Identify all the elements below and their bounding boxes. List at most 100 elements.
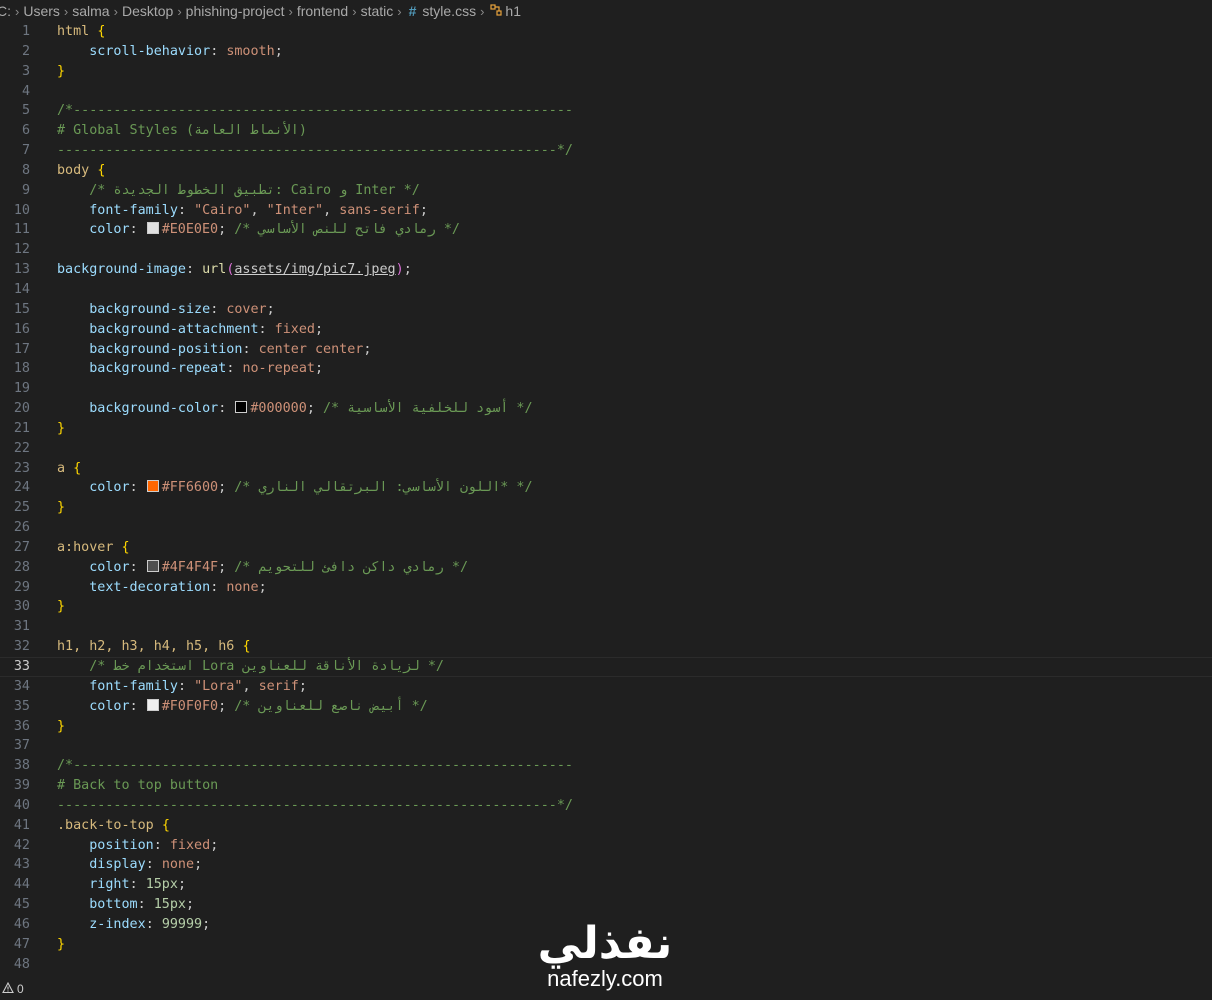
code-line[interactable]: 33 /* استخدام خط Lora لزيادة الأناقة للع…	[0, 657, 1212, 677]
code-text[interactable]: display: none;	[57, 855, 202, 875]
code-line[interactable]: 30}	[0, 597, 1212, 617]
code-text[interactable]: z-index: 99999;	[57, 915, 210, 935]
code-line[interactable]: 23 a {	[0, 459, 1212, 479]
code-line[interactable]: 35 color: #F0F0F0; /* أبيض ناصع للعناوين…	[0, 697, 1212, 717]
code-line[interactable]: 42 position: fixed;	[0, 836, 1212, 856]
code-text[interactable]: body {	[57, 161, 105, 181]
code-line[interactable]: 47}	[0, 935, 1212, 955]
code-text[interactable]: /* استخدام خط Lora لزيادة الأناقة للعناو…	[57, 657, 444, 677]
code-text[interactable]: background-attachment: fixed;	[57, 320, 323, 340]
code-text[interactable]: /*--------------------------------------…	[57, 101, 573, 121]
code-line[interactable]: 14	[0, 280, 1212, 300]
code-line[interactable]: 15 background-size: cover;	[0, 300, 1212, 320]
code-line[interactable]: 1 html {	[0, 22, 1212, 42]
code-text[interactable]: # Global Styles (الأنماط العامة)	[57, 121, 307, 141]
code-line[interactable]: 27 a:hover {	[0, 538, 1212, 558]
code-line[interactable]: 34 font-family: "Lora", serif;	[0, 677, 1212, 697]
code-line[interactable]: 37	[0, 736, 1212, 756]
code-line[interactable]: 46 z-index: 99999;	[0, 915, 1212, 935]
code-text[interactable]: }	[57, 62, 65, 82]
code-line[interactable]: 38 /*------------------------------------…	[0, 756, 1212, 776]
code-text[interactable]: background-size: cover;	[57, 300, 274, 320]
breadcrumb-item[interactable]: C:	[0, 3, 12, 19]
code-line[interactable]: 26	[0, 518, 1212, 538]
code-text[interactable]: }	[57, 597, 65, 617]
code-line[interactable]: 28 color: #4F4F4F; /* رمادي داكن دافئ لل…	[0, 558, 1212, 578]
code-text[interactable]: # Back to top button	[57, 776, 218, 796]
code-line[interactable]: 18 background-repeat: no-repeat;	[0, 359, 1212, 379]
code-line[interactable]: 8 body {	[0, 161, 1212, 181]
breadcrumb-item[interactable]: phishing-project	[185, 3, 286, 19]
breadcrumb-item[interactable]: static	[360, 3, 395, 19]
code-line[interactable]: 45 bottom: 15px;	[0, 895, 1212, 915]
code-text[interactable]: a:hover {	[57, 538, 130, 558]
warning-count[interactable]: 0	[17, 982, 24, 996]
code-text[interactable]: .back-to-top {	[57, 816, 170, 836]
code-text[interactable]: color: #FF6600; /* اللون الأساسي: البرتق…	[57, 478, 533, 498]
code-text[interactable]: background-image: url(assets/img/pic7.jp…	[57, 260, 412, 280]
code-line[interactable]: 6 # Global Styles (الأنماط العامة)	[0, 121, 1212, 141]
line-number: 13	[13, 262, 30, 278]
code-text[interactable]: h1, h2, h3, h4, h5, h6 {	[57, 637, 251, 657]
code-editor[interactable]: 1 html {2 scroll-behavior: smooth; 3} 4 5/*-…	[0, 22, 1212, 978]
code-text[interactable]: background-color: #000000; /* أسود للخلف…	[57, 399, 533, 419]
code-line[interactable]: 25}	[0, 498, 1212, 518]
code-text[interactable]: right: 15px;	[57, 875, 186, 895]
code-text[interactable]: background-repeat: no-repeat;	[57, 359, 323, 379]
code-text[interactable]: color: #4F4F4F; /* رمادي داكن دافئ للتحو…	[57, 558, 468, 578]
code-text[interactable]: }	[57, 717, 65, 737]
code-text[interactable]: }	[57, 498, 65, 518]
code-line[interactable]: 31	[0, 617, 1212, 637]
code-line[interactable]: 3}	[0, 62, 1212, 82]
code-line[interactable]: 7 ---------------------------------------…	[0, 141, 1212, 161]
code-text[interactable]: a {	[57, 459, 81, 479]
code-text[interactable]: text-decoration: none;	[57, 578, 266, 598]
code-line[interactable]: 19	[0, 379, 1212, 399]
code-line[interactable]: 11 color: #E0E0E0; /* رمادي فاتح للنص ال…	[0, 220, 1212, 240]
code-line[interactable]: 21}	[0, 419, 1212, 439]
code-line[interactable]: 9 /* تطبيق الخطوط الجديدة: Cairo و Inter…	[0, 181, 1212, 201]
breadcrumb-symbol[interactable]: h1	[504, 3, 522, 19]
code-line[interactable]: 24 color: #FF6600; /* اللون الأساسي: الب…	[0, 478, 1212, 498]
code-text[interactable]: font-family: "Cairo", "Inter", sans-seri…	[57, 201, 428, 221]
code-text[interactable]: bottom: 15px;	[57, 895, 194, 915]
code-line[interactable]: 17 background-position: center center;	[0, 340, 1212, 360]
code-text[interactable]: /*--------------------------------------…	[57, 756, 573, 776]
breadcrumb-file[interactable]: style.css	[421, 3, 477, 19]
code-text[interactable]: scroll-behavior: smooth;	[57, 42, 283, 62]
warning-icon[interactable]	[2, 981, 14, 997]
code-line[interactable]: 5 /*-------------------------------------…	[0, 101, 1212, 121]
code-line[interactable]: 44 right: 15px;	[0, 875, 1212, 895]
code-line[interactable]: 39 # Back to top button	[0, 776, 1212, 796]
code-text[interactable]: ----------------------------------------…	[57, 141, 573, 161]
code-line[interactable]: 16 background-attachment: fixed;	[0, 320, 1212, 340]
code-text[interactable]: html {	[57, 22, 105, 42]
code-text[interactable]: position: fixed;	[57, 836, 218, 856]
breadcrumb-item[interactable]: salma	[71, 3, 110, 19]
code-line[interactable]: 12	[0, 240, 1212, 260]
code-line[interactable]: 22	[0, 439, 1212, 459]
breadcrumb-item[interactable]: Users	[22, 3, 61, 19]
code-text[interactable]: font-family: "Lora", serif;	[57, 677, 307, 697]
code-line[interactable]: 13 background-image: url(assets/img/pic7.…	[0, 260, 1212, 280]
code-line[interactable]: 29 text-decoration: none;	[0, 578, 1212, 598]
code-text[interactable]: background-position: center center;	[57, 340, 371, 360]
code-line[interactable]: 32 h1, h2, h3, h4, h5, h6 {	[0, 637, 1212, 657]
code-line[interactable]: 4	[0, 82, 1212, 102]
code-line[interactable]: 41 .back-to-top {	[0, 816, 1212, 836]
code-line[interactable]: 43 display: none;	[0, 855, 1212, 875]
code-line[interactable]: 36}	[0, 717, 1212, 737]
code-line[interactable]: 40 --------------------------------------…	[0, 796, 1212, 816]
code-text[interactable]: }	[57, 419, 65, 439]
code-text[interactable]: /* تطبيق الخطوط الجديدة: Cairo و Inter *…	[57, 181, 420, 201]
code-line[interactable]: 2 scroll-behavior: smooth;	[0, 42, 1212, 62]
code-line[interactable]: 20 background-color: #000000; /* أسود لل…	[0, 399, 1212, 419]
breadcrumb-item[interactable]: Desktop	[121, 3, 174, 19]
breadcrumb-item[interactable]: frontend	[296, 3, 349, 19]
code-text[interactable]: color: #F0F0F0; /* أبيض ناصع للعناوين */	[57, 697, 428, 717]
code-text[interactable]: ----------------------------------------…	[57, 796, 573, 816]
code-text[interactable]: color: #E0E0E0; /* رمادي فاتح للنص الأسا…	[57, 220, 460, 240]
code-text[interactable]: }	[57, 935, 65, 955]
code-line[interactable]: 10 font-family: "Cairo", "Inter", sans-s…	[0, 201, 1212, 221]
code-line[interactable]: 48	[0, 955, 1212, 975]
